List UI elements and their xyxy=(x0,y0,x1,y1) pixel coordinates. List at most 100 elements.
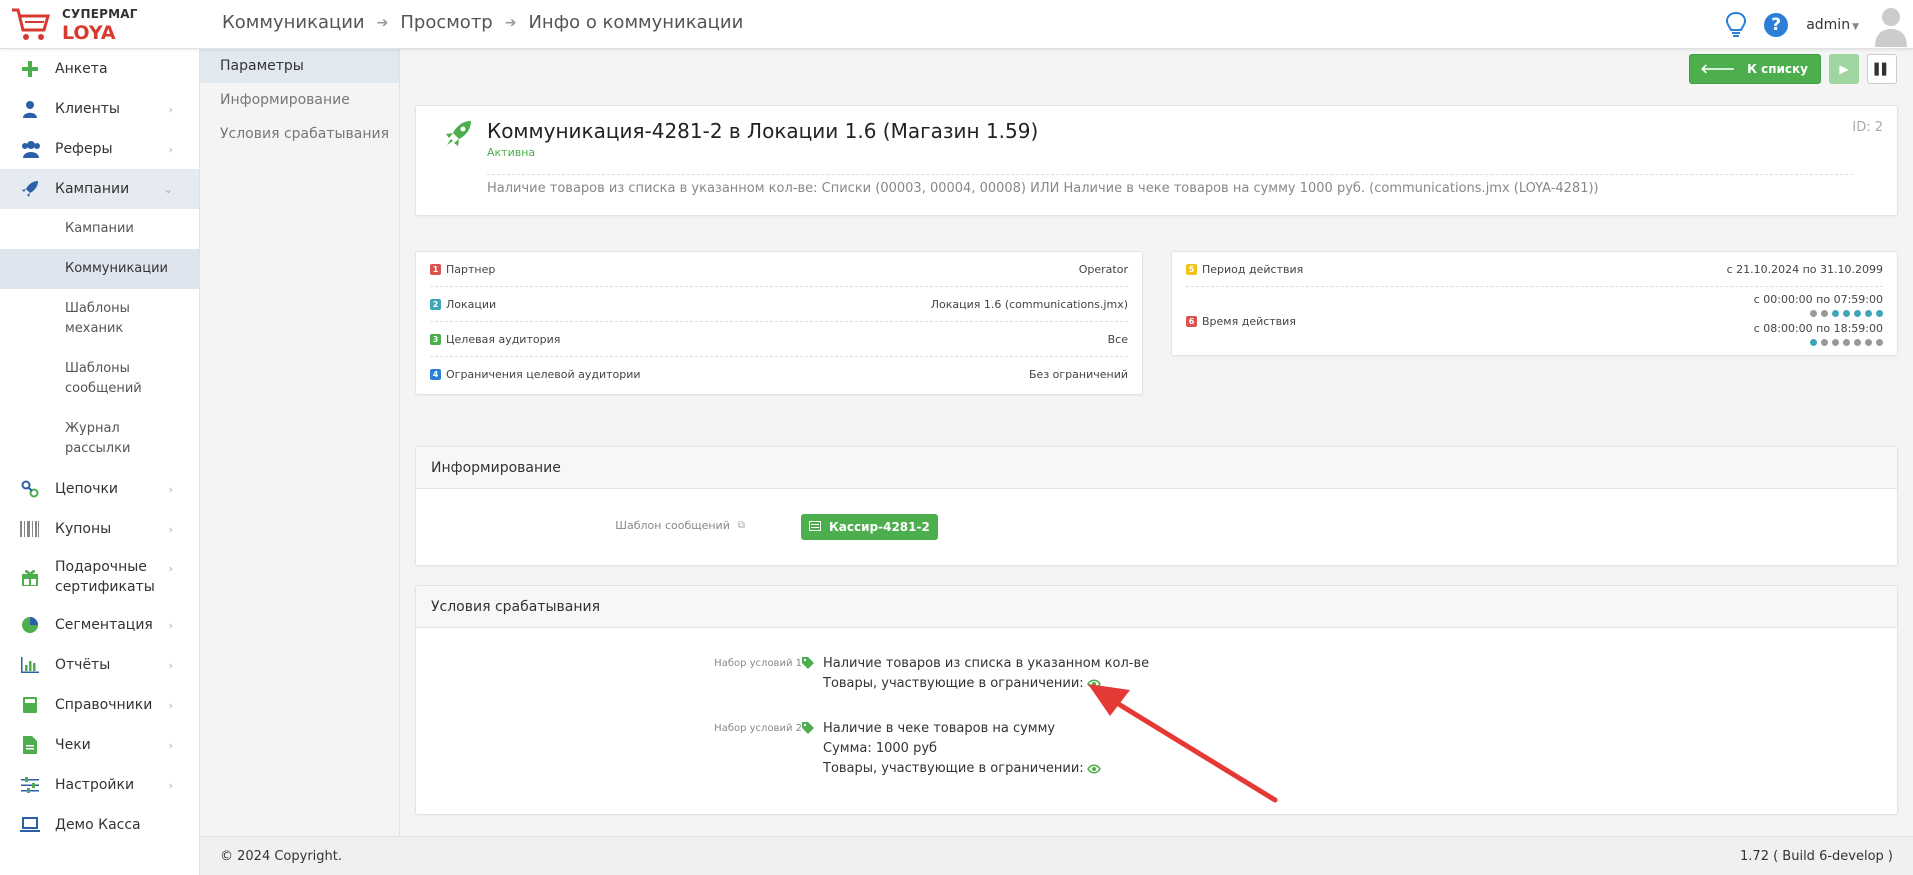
condition-set-1: Наличие товаров из списка в указанном ко… xyxy=(802,654,1149,694)
sidebar-item-gift-certificates[interactable]: Подарочные сертификаты › xyxy=(0,549,199,605)
sidebar-item-directories[interactable]: Справочники › xyxy=(0,685,199,725)
plus-icon xyxy=(20,59,40,79)
user-icon xyxy=(20,99,40,119)
pause-button[interactable]: ▌▌ xyxy=(1867,54,1897,84)
message-template-button[interactable]: Кассир-4281-2 xyxy=(801,514,938,540)
section-nav-inform[interactable]: Информирование xyxy=(200,83,399,117)
chevron-right-icon: › xyxy=(168,143,173,156)
play-button[interactable]: ▶ xyxy=(1829,54,1859,84)
period-row-validity: 5 Период действия с 21.10.2024 по 31.10.2… xyxy=(1186,252,1883,287)
breadcrumb-item-communications[interactable]: Коммуникации xyxy=(222,12,365,33)
inform-section: Информирование Шаблон сообщений ⧉ Кассир-… xyxy=(415,446,1898,566)
chevron-right-icon: › xyxy=(168,659,173,672)
weekday-dot xyxy=(1865,338,1872,346)
sidebar-subitem-campaigns[interactable]: Кампании xyxy=(0,209,199,249)
brand-line2: LOYA xyxy=(62,22,116,44)
sidebar-item-settings[interactable]: Настройки › xyxy=(0,765,199,805)
sidebar-item-clients[interactable]: Клиенты › xyxy=(0,89,199,129)
sidebar-subitem-mailing-log[interactable]: Журнал рассылки xyxy=(0,409,199,469)
sidebar-item-receipts[interactable]: Чеки › xyxy=(0,725,199,765)
sidebar-subitem-message-templates[interactable]: Шаблоны сообщений xyxy=(0,349,199,409)
sidebar: Анкета Клиенты › Реферы › Кампании ⌄ Кам… xyxy=(0,49,200,875)
sidebar-subitem-communications[interactable]: Коммуникации xyxy=(0,249,199,289)
param-label: 5 Период действия xyxy=(1186,263,1303,276)
play-icon: ▶ xyxy=(1839,62,1849,76)
laptop-icon xyxy=(20,815,40,835)
sidebar-subitem-mechanic-templates[interactable]: Шаблоны механик xyxy=(0,289,199,349)
weekday-dot xyxy=(1843,338,1850,346)
sidebar-item-label: Демо Касса xyxy=(55,817,141,833)
arrow-right-icon: ➔ xyxy=(376,14,389,31)
breadcrumb: Коммуникации ➔ Просмотр ➔ Инфо о коммуни… xyxy=(222,12,743,33)
divider xyxy=(487,174,1853,175)
sidebar-item-survey[interactable]: Анкета xyxy=(0,49,199,89)
help-icon[interactable]: ? xyxy=(1764,12,1789,37)
avatar[interactable] xyxy=(1873,3,1909,47)
eye-icon[interactable] xyxy=(1086,679,1101,689)
chevron-right-icon: › xyxy=(168,103,173,116)
sidebar-item-campaigns[interactable]: Кампании ⌄ xyxy=(0,169,199,209)
template-label-text: Шаблон сообщений xyxy=(615,519,730,532)
param-row-audience-limits: 4 Ограничения целевой аудитории Без огран… xyxy=(430,357,1128,392)
param-row-locations: 2 Локации Локация 1.6 (communications.jmx… xyxy=(430,287,1128,322)
book-icon xyxy=(20,695,40,715)
weekday-dot xyxy=(1843,309,1850,317)
param-label-text: Время действия xyxy=(1202,315,1296,328)
param-value: Без ограничений xyxy=(1029,368,1128,381)
rocket-icon xyxy=(20,179,40,199)
copy-icon[interactable]: ⧉ xyxy=(738,520,745,531)
sidebar-item-chains[interactable]: Цепочки › xyxy=(0,469,199,509)
cart-logo-icon xyxy=(12,8,50,40)
param-value: Все xyxy=(1107,332,1128,346)
number-badge: 3 xyxy=(430,333,441,345)
sidebar-item-coupons[interactable]: Купоны › xyxy=(0,509,199,549)
message-template-value: Кассир-4281-2 xyxy=(829,520,930,534)
weekday-dot xyxy=(1832,338,1839,346)
copyright: © 2024 Copyright. xyxy=(220,848,343,864)
section-nav-params[interactable]: Параметры xyxy=(200,49,399,83)
chevron-right-icon: › xyxy=(168,739,173,752)
eye-icon[interactable] xyxy=(1086,764,1101,774)
sidebar-item-label: Отчёты xyxy=(55,657,111,673)
param-label-text: Ограничения целевой аудитории xyxy=(446,368,641,381)
chevron-right-icon: › xyxy=(168,699,173,712)
conditions-section: Условия срабатывания Набор условий 1 Нал… xyxy=(415,585,1898,815)
number-badge: 4 xyxy=(430,369,441,380)
barcode-icon xyxy=(20,519,40,539)
weekday-dot xyxy=(1810,309,1817,317)
param-label: 4 Ограничения целевой аудитории xyxy=(430,368,641,381)
section-nav-conditions[interactable]: Условия срабатывания xyxy=(200,117,399,151)
weekday-dot xyxy=(1854,338,1861,346)
weekday-dot xyxy=(1865,309,1872,317)
param-label-text: Период действия xyxy=(1202,262,1304,276)
condition-set-1-line2: Товары, участвующие в ограничении: xyxy=(823,674,1149,694)
communication-header-card: Коммуникация-4281-2 в Локации 1.6 (Магаз… xyxy=(415,105,1898,216)
sidebar-item-reports[interactable]: Отчёты › xyxy=(0,645,199,685)
sidebar-item-label: Клиенты xyxy=(55,101,120,117)
communication-description: Наличие товаров из списка в указанном ко… xyxy=(487,181,1599,196)
sidebar-item-segmentation[interactable]: Сегментация › xyxy=(0,605,199,645)
sidebar-item-demo-pos[interactable]: Демо Касса xyxy=(0,805,199,845)
sidebar-item-referrers[interactable]: Реферы › xyxy=(0,129,199,169)
lightbulb-icon[interactable] xyxy=(1724,11,1748,39)
users-icon xyxy=(20,139,40,159)
param-row-partner: 1 Партнер Operator xyxy=(430,252,1128,287)
top-bar: СУПЕРМАГ LOYA Коммуникации ➔ Просмотр ➔ … xyxy=(0,0,1913,49)
param-value: с 21.10.2024 по 31.10.2099 xyxy=(1726,262,1883,276)
weekday-dots-2 xyxy=(1754,338,1883,346)
communication-id: ID: 2 xyxy=(1852,120,1883,135)
sidebar-subitem-label: Шаблоны механик xyxy=(65,301,130,336)
user-menu[interactable]: admin ▼ xyxy=(1806,17,1859,33)
number-badge: 2 xyxy=(430,298,441,310)
chevron-right-icon: › xyxy=(168,619,173,632)
back-to-list-button[interactable]: 🡐 К списку xyxy=(1689,54,1821,84)
param-value: Локация 1.6 (communications.jmx) xyxy=(930,297,1128,311)
condition-set-2-line3-text: Товары, участвующие в ограничении: xyxy=(823,761,1084,776)
top-right-tools: ? admin ▼ xyxy=(1724,0,1913,49)
param-label-text: Партнер xyxy=(446,262,496,276)
template-icon xyxy=(809,520,821,534)
file-icon xyxy=(20,735,40,755)
page-title: Коммуникация-4281-2 в Локации 1.6 (Магаз… xyxy=(487,119,1039,143)
breadcrumb-item-view[interactable]: Просмотр xyxy=(400,12,492,33)
logo[interactable]: СУПЕРМАГ LOYA xyxy=(10,4,200,46)
